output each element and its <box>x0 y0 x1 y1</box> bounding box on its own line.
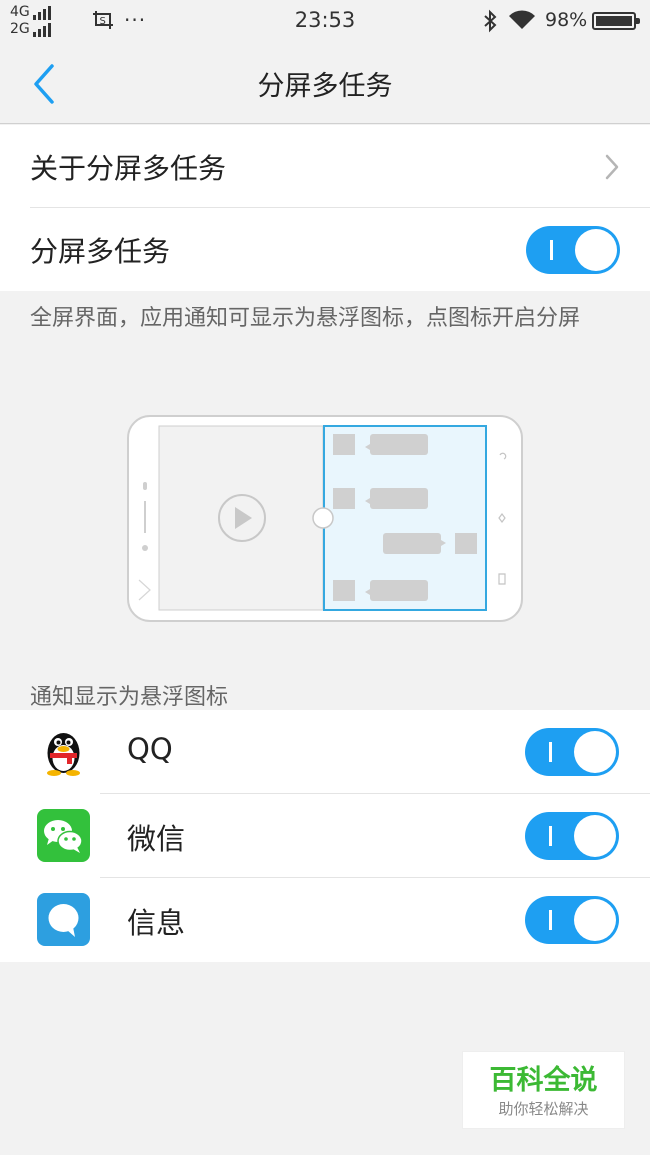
page-title: 分屏多任务 <box>257 71 393 102</box>
split-screen-row: 分屏多任务 <box>0 208 650 291</box>
app-list: QQ 微信 信息 <box>0 710 650 962</box>
list-item: 微信 <box>0 794 650 878</box>
about-split-screen-label: 关于分屏多任务 <box>30 151 227 185</box>
section-header: 通知显示为悬浮图标 <box>30 685 229 710</box>
messages-icon <box>37 893 90 946</box>
nav-bar: 分屏多任务 <box>0 42 650 124</box>
chevron-right-icon <box>605 154 619 180</box>
messages-toggle[interactable] <box>525 896 619 944</box>
wechat-toggle[interactable] <box>525 812 619 860</box>
bluetooth-icon <box>484 9 497 33</box>
battery-percent: 98% <box>545 9 588 31</box>
watermark-title: 百科全说 <box>489 1065 598 1096</box>
app-name: QQ <box>127 732 173 766</box>
about-split-screen-row[interactable]: 关于分屏多任务 <box>0 125 650 208</box>
qq-toggle[interactable] <box>525 728 619 776</box>
qq-penguin-icon <box>37 725 90 778</box>
app-name: 微信 <box>127 822 186 856</box>
split-screen-label: 分屏多任务 <box>30 234 171 268</box>
list-item: 信息 <box>0 878 650 962</box>
app-name: 信息 <box>127 906 186 940</box>
battery-icon <box>592 12 640 30</box>
wechat-icon <box>37 809 90 862</box>
split-screen-description: 全屏界面，应用通知可显示为悬浮图标，点图标开启分屏 <box>30 306 581 331</box>
status-bar: 4G 2G S ··· 23:53 98% <box>0 0 650 42</box>
split-screen-toggle[interactable] <box>526 226 620 274</box>
split-screen-illustration <box>127 415 523 622</box>
watermark-subtitle: 助你轻松解决 <box>498 1100 589 1118</box>
watermark-logo: 百科全说 助你轻松解决 <box>462 1051 625 1129</box>
settings-group: 关于分屏多任务 分屏多任务 <box>0 125 650 291</box>
wifi-icon <box>509 10 535 29</box>
list-item: QQ <box>0 710 650 794</box>
